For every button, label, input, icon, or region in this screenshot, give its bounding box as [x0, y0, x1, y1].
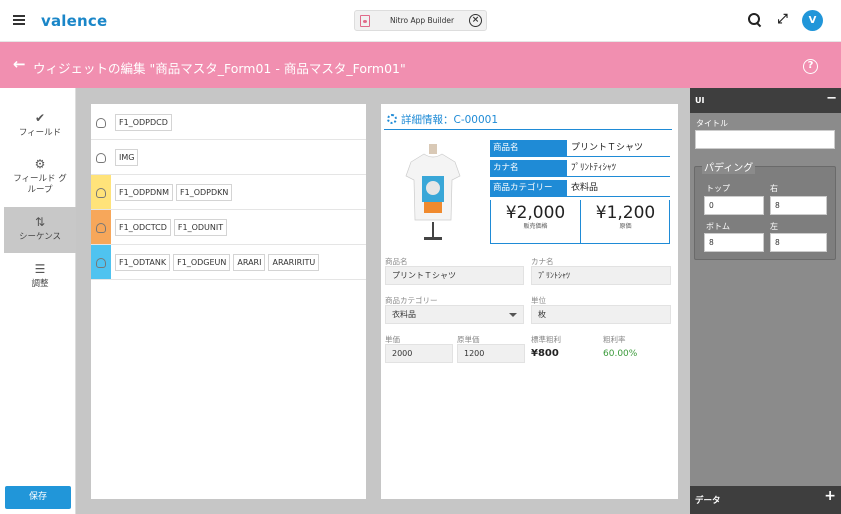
form-name-field[interactable]: プリントＴシャツ: [385, 266, 524, 285]
page-title: ウィジェットの編集 "商品マスタ_Form01 - 商品マスタ_Form01": [33, 61, 406, 76]
kana-value: ﾌﾟﾘﾝﾄﾃｨｼｬﾂ: [571, 163, 617, 173]
detail-title-text: 詳細情報：C-00001: [401, 114, 499, 126]
search-icon[interactable]: [748, 13, 762, 27]
padding-title: パディング: [702, 159, 756, 174]
drag-handle-icon[interactable]: [96, 258, 106, 268]
product-name-label: 商品名: [490, 140, 567, 156]
left-nav: ✔ フィールド ⚙ フィールド グループ ⇅ シーケンス ☰ 調整 保存: [0, 88, 76, 514]
nav-item-label: フィールド グループ: [13, 174, 67, 195]
form-category-select[interactable]: 衣料品: [385, 305, 524, 324]
form-rate-value: 60.00%: [603, 349, 638, 359]
check-icon: ✔: [34, 111, 46, 125]
drag-handle-icon[interactable]: [96, 118, 106, 128]
nav-item-label: シーケンス: [18, 232, 62, 242]
field-chip[interactable]: IMG: [115, 149, 139, 166]
form-kana-field[interactable]: ﾌﾟﾘﾝﾄｼｬﾂ: [531, 266, 671, 285]
cost-price-cell: ¥1,200 原価: [581, 203, 670, 231]
form-margin-value: ¥800: [531, 348, 559, 359]
cost-price-label: 原価: [619, 223, 632, 230]
sequence-row[interactable]: F1_ODTANK F1_ODGEUN ARARI ARARIRITU: [91, 245, 366, 280]
sale-price: ¥2,000: [505, 203, 566, 223]
top-bar: valence Nitro App Builder × ⤢ V: [0, 0, 841, 42]
field-chip[interactable]: ARARIRITU: [268, 254, 320, 271]
sequence-row[interactable]: IMG: [91, 140, 366, 175]
data-section-header[interactable]: データ +: [690, 486, 841, 514]
data-section-title: データ: [695, 496, 721, 506]
collapse-icon[interactable]: −: [826, 92, 837, 105]
detail-preview: 詳細情報：C-00001 商品名 プリントＴシャツ カナ名 ﾌﾟﾘﾝﾄﾃｨｼｬﾂ…: [381, 104, 678, 499]
nav-item-sequence[interactable]: ⇅ シーケンス: [4, 207, 76, 253]
padding-top-input[interactable]: 0: [704, 196, 764, 215]
field-chip[interactable]: F1_ODUNIT: [173, 219, 228, 236]
close-icon[interactable]: ×: [469, 14, 482, 27]
form-margin-label: 標準粗利: [531, 335, 561, 344]
form-rate-label: 粗利率: [603, 335, 626, 344]
field-chip[interactable]: F1_ODPDKN: [176, 184, 233, 201]
field-chip[interactable]: F1_ODGEUN: [173, 254, 231, 271]
padding-left-label: 左: [770, 222, 778, 231]
field-group-icon: ⚙: [34, 157, 46, 171]
sequence-panel: F1_ODPDCD IMG F1_ODPDNM F1_ODPDKN F1_ODC…: [91, 104, 366, 499]
kana-label: カナ名: [490, 160, 567, 176]
properties-panel: UI − タイトル パディング トップ 0 右 8 ボトム 8 左 8 データ …: [690, 88, 841, 514]
padding-bottom-input[interactable]: 8: [704, 233, 764, 252]
ui-section-header[interactable]: UI −: [690, 88, 841, 113]
save-button[interactable]: 保存: [5, 486, 71, 509]
product-name-row: 商品名 プリントＴシャツ: [490, 140, 670, 157]
sort-arrows-icon: ⇅: [34, 215, 46, 229]
app-tab[interactable]: Nitro App Builder ×: [354, 10, 487, 31]
category-label: 商品カテゴリー: [490, 180, 567, 196]
form-cost-field[interactable]: 1200: [457, 344, 525, 363]
sequence-row[interactable]: F1_ODPDCD: [91, 104, 366, 140]
form-price-field[interactable]: 2000: [385, 344, 453, 363]
nav-item-label: 調整: [31, 279, 49, 289]
gear-icon: [387, 114, 397, 124]
app-icon: [360, 15, 370, 27]
category-row: 商品カテゴリー 衣料品: [490, 180, 670, 197]
sequence-row[interactable]: F1_ODPDNM F1_ODPDKN: [91, 175, 366, 210]
sale-price-cell: ¥2,000 販売価格: [491, 203, 580, 231]
sequence-row[interactable]: F1_ODCTCD F1_ODUNIT: [91, 210, 366, 245]
detail-title: 詳細情報：C-00001: [387, 112, 498, 127]
price-box: ¥2,000 販売価格 ¥1,200 原価: [490, 200, 670, 244]
nav-item-fields[interactable]: ✔ フィールド: [4, 110, 76, 139]
padding-bottom-label: ボトム: [706, 222, 730, 231]
padding-right-input[interactable]: 8: [770, 196, 827, 215]
field-chip[interactable]: ARARI: [233, 254, 266, 271]
field-chip[interactable]: F1_ODPDCD: [115, 114, 172, 131]
add-icon[interactable]: +: [824, 489, 836, 503]
kana-row: カナ名 ﾌﾟﾘﾝﾄﾃｨｼｬﾂ: [490, 160, 670, 177]
drag-handle-icon[interactable]: [96, 223, 106, 233]
form-unit-field[interactable]: 枚: [531, 305, 671, 324]
tshirt-image: [405, 144, 461, 240]
sale-price-label: 販売価格: [523, 223, 548, 230]
nav-item-label: フィールド: [18, 128, 62, 138]
ui-section-title: UI: [695, 96, 705, 105]
fullscreen-icon[interactable]: ⤢: [776, 13, 789, 26]
title-divider: [384, 129, 672, 130]
cost-price: ¥1,200: [595, 203, 656, 223]
brand-logo: valence: [41, 12, 108, 30]
nav-item-adjust[interactable]: ☰ 調整: [4, 261, 76, 290]
avatar[interactable]: V: [802, 10, 823, 31]
nav-item-field-group[interactable]: ⚙ フィールド グループ: [4, 156, 76, 196]
back-arrow-icon[interactable]: ←: [13, 56, 26, 72]
padding-left-input[interactable]: 8: [770, 233, 827, 252]
drag-handle-icon[interactable]: [96, 153, 106, 163]
padding-right-label: 右: [770, 184, 778, 193]
category-value: 衣料品: [571, 183, 599, 193]
product-name-value: プリントＴシャツ: [571, 143, 644, 153]
drag-handle-icon[interactable]: [96, 188, 106, 198]
menu-icon[interactable]: [13, 15, 25, 25]
title-input[interactable]: [695, 130, 835, 149]
sliders-icon: ☰: [34, 262, 46, 276]
help-icon[interactable]: ?: [803, 59, 818, 74]
field-chip[interactable]: F1_ODTANK: [115, 254, 171, 271]
app-tab-title: Nitro App Builder: [389, 16, 455, 25]
editor-header: ← ウィジェットの編集 "商品マスタ_Form01 - 商品マスタ_Form01…: [0, 42, 841, 88]
padding-top-label: トップ: [706, 184, 730, 193]
title-label: タイトル: [696, 119, 728, 128]
field-chip[interactable]: F1_ODPDNM: [115, 184, 174, 201]
field-chip[interactable]: F1_ODCTCD: [115, 219, 171, 236]
